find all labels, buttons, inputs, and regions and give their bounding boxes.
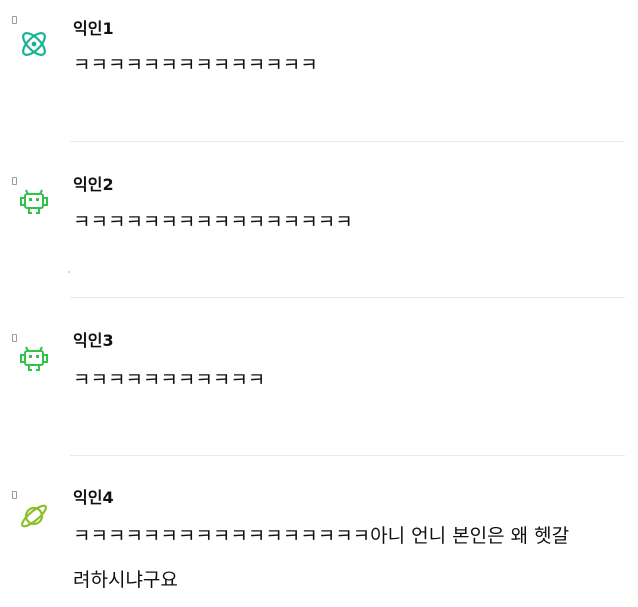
author-name: 익인3 <box>73 331 114 350</box>
planet-icon[interactable] <box>18 500 50 532</box>
comment-line: 려하시냐구요 <box>73 569 178 591</box>
space-invader-icon[interactable] <box>18 343 50 375</box>
comment-text: ㅋㅋㅋㅋㅋㅋㅋㅋㅋㅋㅋㅋㅋㅋ <box>73 43 633 87</box>
comment-divider <box>70 455 625 456</box>
comment-line: ㅋㅋㅋㅋㅋㅋㅋㅋㅋㅋㅋ <box>73 369 266 391</box>
comment-marker <box>12 16 17 24</box>
atom-icon[interactable] <box>18 28 50 60</box>
comment-line: ㅋㅋㅋㅋㅋㅋㅋㅋㅋㅋㅋㅋㅋㅋㅋㅋㅋ아니 언니 본인은 왜 헷갈 <box>73 525 570 547</box>
comment-text: ㅋㅋㅋㅋㅋㅋㅋㅋㅋㅋㅋㅋㅋㅋㅋㅋㅋ아니 언니 본인은 왜 헷갈 려하시냐구요 <box>73 514 633 602</box>
space-invader-icon[interactable] <box>18 186 50 218</box>
comment-text: ㅋㅋㅋㅋㅋㅋㅋㅋㅋㅋㅋ <box>73 358 633 402</box>
comment-line: ㅋㅋㅋㅋㅋㅋㅋㅋㅋㅋㅋㅋㅋㅋ <box>73 54 318 76</box>
image-speck <box>68 271 70 273</box>
comment-divider <box>70 141 625 142</box>
comment-marker <box>12 177 17 185</box>
comment-marker <box>12 334 17 342</box>
comment-text: ㅋㅋㅋㅋㅋㅋㅋㅋㅋㅋㅋㅋㅋㅋㅋㅋ <box>73 200 633 244</box>
author-name: 익인2 <box>73 175 114 194</box>
comment-divider <box>70 297 625 298</box>
author-name: 익인1 <box>73 19 114 38</box>
comment-marker <box>12 491 17 499</box>
author-name: 익인4 <box>73 488 114 507</box>
comment-line: ㅋㅋㅋㅋㅋㅋㅋㅋㅋㅋㅋㅋㅋㅋㅋㅋ <box>73 211 353 233</box>
